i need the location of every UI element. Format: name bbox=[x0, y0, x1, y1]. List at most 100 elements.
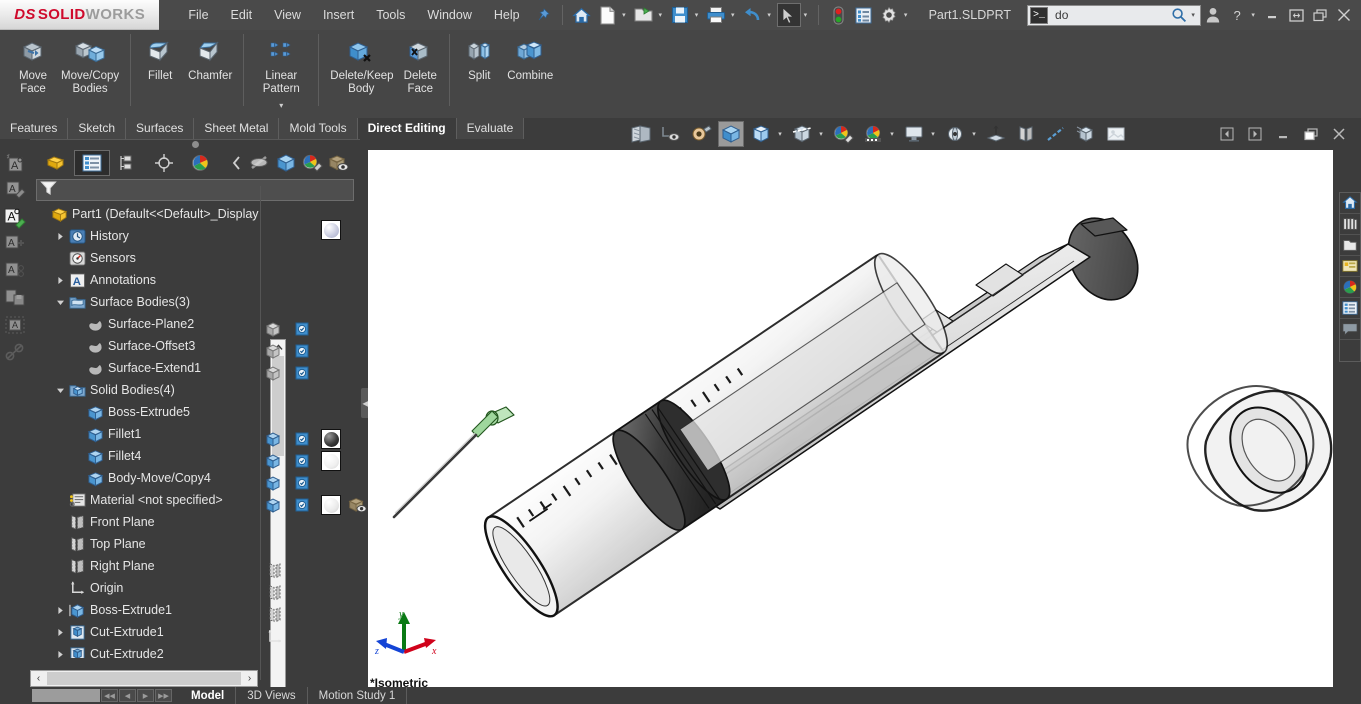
delete-face-button[interactable]: Delete Face bbox=[397, 30, 443, 95]
display-mode-fillet4[interactable] bbox=[292, 472, 314, 494]
appearance-swatch-body-move-copy4[interactable] bbox=[320, 494, 342, 516]
previous-view-icon[interactable] bbox=[688, 121, 714, 147]
prev-document-icon[interactable] bbox=[1215, 123, 1239, 145]
next-document-icon[interactable] bbox=[1243, 123, 1267, 145]
transparency-icon[interactable] bbox=[325, 150, 351, 176]
tree-item-top-plane[interactable]: Top Plane bbox=[36, 533, 260, 555]
undo-icon[interactable] bbox=[741, 3, 764, 27]
bottom-tab-model[interactable]: Model bbox=[180, 687, 237, 704]
fillet-button[interactable]: Fillet bbox=[137, 30, 183, 83]
hide-show-icon[interactable] bbox=[247, 150, 273, 176]
tree-item-history[interactable]: History bbox=[36, 225, 260, 247]
home-icon[interactable] bbox=[570, 3, 593, 27]
save-icon[interactable] bbox=[668, 3, 691, 27]
next-tab-button[interactable]: ▶ bbox=[137, 689, 154, 702]
section-plane-icon[interactable] bbox=[1013, 121, 1039, 147]
panel-collapse-grip[interactable] bbox=[30, 139, 360, 149]
graphics-viewport[interactable]: Activate Windows Go to Settings to activ… bbox=[368, 139, 1333, 693]
select-arrow-icon[interactable] bbox=[777, 3, 801, 27]
annotate-add-icon[interactable]: A bbox=[2, 231, 28, 257]
perspective-icon[interactable] bbox=[983, 121, 1009, 147]
custom-properties-icon[interactable] bbox=[1340, 298, 1360, 319]
tab-surfaces[interactable]: Surfaces bbox=[126, 118, 195, 139]
menu-edit[interactable]: Edit bbox=[220, 4, 264, 26]
minimize-icon[interactable] bbox=[1260, 3, 1284, 27]
tab-evaluate[interactable]: Evaluate bbox=[456, 118, 525, 139]
tree-item-surface-offset3[interactable]: Surface-Offset3 bbox=[36, 335, 260, 357]
view-orientation-icon[interactable] bbox=[718, 121, 744, 147]
appearance-swatch-fillet1[interactable] bbox=[320, 450, 342, 472]
hide-show-items-icon[interactable] bbox=[942, 121, 968, 147]
bottom-tab-3d-views[interactable]: 3D Views bbox=[236, 687, 308, 704]
help-dropdown-icon[interactable]: ▾ bbox=[1249, 11, 1257, 19]
annotate-frame-icon[interactable]: A bbox=[2, 312, 28, 338]
tree-item-surface-bodies-3[interactable]: Surface Bodies(3) bbox=[36, 291, 260, 313]
realview-icon[interactable] bbox=[1073, 121, 1099, 147]
solidworks-forum-icon[interactable] bbox=[1340, 319, 1360, 340]
move-copy-bodies-button[interactable]: Move/Copy Bodies bbox=[56, 30, 124, 95]
appearance-swatch-boss-extrude5[interactable] bbox=[320, 428, 342, 450]
bottom-tab-motion-study[interactable]: Motion Study 1 bbox=[308, 687, 408, 704]
menu-help[interactable]: Help bbox=[483, 4, 531, 26]
search-box[interactable]: >_ do ▾ bbox=[1027, 4, 1202, 26]
tree-item-fillet4[interactable]: Fillet4 bbox=[36, 445, 260, 467]
tab-sheet-metal[interactable]: Sheet Metal bbox=[194, 118, 280, 139]
chamfer-button[interactable]: Chamfer bbox=[183, 30, 237, 83]
tree-item-boss-extrude1[interactable]: Boss-Extrude1 bbox=[36, 599, 260, 621]
display-mode-icon[interactable] bbox=[273, 150, 299, 176]
hide-show-surface-extend1[interactable] bbox=[264, 362, 286, 384]
chevron-down-icon[interactable]: ▾ bbox=[929, 130, 937, 138]
first-tab-button[interactable]: ◀◀ bbox=[101, 689, 118, 702]
display-style-icon[interactable] bbox=[748, 121, 774, 147]
close-document-icon[interactable] bbox=[1327, 123, 1351, 145]
tree-horizontal-scrollbar[interactable]: ‹ › bbox=[30, 670, 258, 687]
pin-icon[interactable] bbox=[532, 3, 555, 27]
tree-item-sensors[interactable]: Sensors bbox=[36, 247, 260, 269]
appearances-scenes-icon[interactable] bbox=[1340, 277, 1360, 298]
view-palette-icon[interactable] bbox=[1340, 256, 1360, 277]
open-folder-icon[interactable] bbox=[632, 3, 655, 27]
tree-item-part1-default-default-display[interactable]: Part1 (Default<<Default>_Display bbox=[36, 203, 260, 225]
edit-appearance-icon[interactable] bbox=[830, 121, 856, 147]
image-quality-icon[interactable] bbox=[1103, 121, 1129, 147]
rebuild-icon[interactable] bbox=[826, 3, 849, 27]
display-mode-surface-extend1[interactable] bbox=[292, 362, 314, 384]
appearance-icon[interactable] bbox=[299, 150, 325, 176]
expand-arrow-right-icon[interactable] bbox=[54, 606, 67, 615]
last-tab-button[interactable]: ▶▶ bbox=[155, 689, 172, 702]
tree-item-front-plane[interactable]: Front Plane bbox=[36, 511, 260, 533]
tab-direct-editing[interactable]: Direct Editing bbox=[357, 118, 457, 139]
display-manager-tab[interactable] bbox=[182, 150, 218, 176]
settings-gear-icon[interactable] bbox=[877, 3, 900, 27]
combine-button[interactable]: Combine bbox=[502, 30, 558, 83]
syringe-model[interactable] bbox=[368, 139, 1333, 693]
chevron-down-icon[interactable]: ▾ bbox=[902, 11, 910, 19]
chevron-down-icon[interactable]: ▾ bbox=[765, 11, 773, 19]
expand-arrow-down-icon[interactable] bbox=[54, 386, 67, 395]
feature-tree[interactable]: Part1 (Default<<Default>_Display History S… bbox=[36, 203, 260, 658]
scroll-thumb-horizontal[interactable] bbox=[47, 672, 241, 685]
chevron-down-icon[interactable]: ▾ bbox=[620, 11, 628, 19]
move-face-button[interactable]: Move Face bbox=[10, 30, 56, 95]
menu-insert[interactable]: Insert bbox=[312, 4, 365, 26]
chevron-down-icon[interactable]: ▾ bbox=[656, 11, 664, 19]
tree-item-annotations[interactable]: A Annotations bbox=[36, 269, 260, 291]
tree-item-surface-plane2[interactable]: Surface-Plane2 bbox=[36, 313, 260, 335]
expand-arrow-down-icon[interactable] bbox=[54, 298, 67, 307]
restore-icon[interactable] bbox=[1284, 3, 1308, 27]
section-view-icon[interactable] bbox=[789, 121, 815, 147]
configuration-manager-tab[interactable] bbox=[110, 150, 146, 176]
tree-item-cut-extrude1[interactable]: Cut-Extrude1 bbox=[36, 621, 260, 643]
chevron-down-icon[interactable]: ▾ bbox=[279, 101, 283, 110]
person-icon[interactable] bbox=[1201, 3, 1225, 27]
view-settings-icon[interactable] bbox=[901, 121, 927, 147]
transparency-body-move-copy4[interactable] bbox=[346, 494, 368, 516]
search-dropdown-icon[interactable]: ▾ bbox=[1189, 11, 1197, 19]
property-manager-tab[interactable] bbox=[74, 149, 110, 176]
display-mode-boss-extrude5[interactable] bbox=[292, 428, 314, 450]
annotate-options-icon[interactable]: A bbox=[2, 258, 28, 284]
annotate-pencil-icon[interactable]: A bbox=[2, 177, 28, 203]
appearance-swatch-part[interactable] bbox=[320, 219, 342, 241]
delete-keep-body-button[interactable]: Delete/Keep Body bbox=[325, 30, 397, 95]
chevron-down-icon[interactable]: ▾ bbox=[888, 130, 896, 138]
